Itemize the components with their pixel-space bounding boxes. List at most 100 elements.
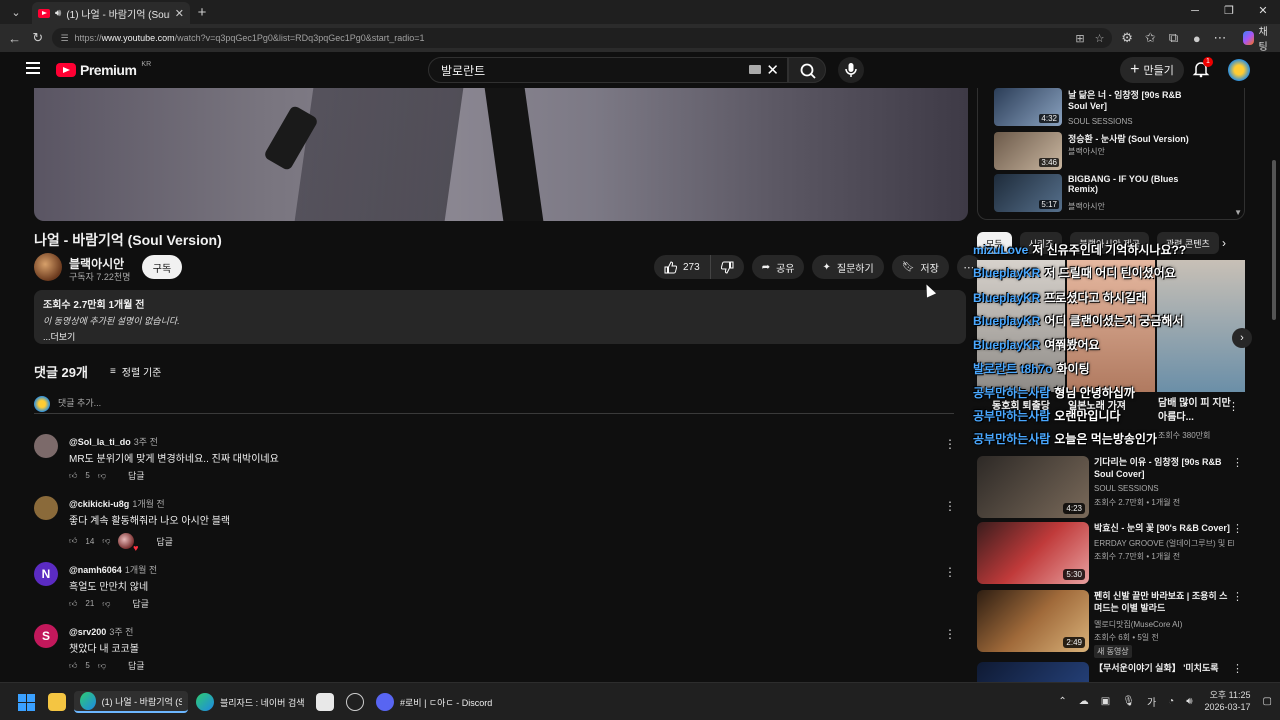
add-comment-field[interactable]: 댓글 추가... (34, 396, 954, 414)
ime-indicator[interactable]: 가 (1147, 694, 1156, 709)
notification-center-icon[interactable]: ▢ (1263, 696, 1272, 707)
video-menu-icon[interactable]: ⋮ (1232, 590, 1243, 603)
comment-like-icon[interactable]: 👍︎ (69, 599, 77, 609)
taskbar-app-button[interactable] (346, 691, 364, 713)
comment-author[interactable]: @Sol_la_ti_do (69, 437, 131, 447)
reply-button[interactable]: 답글 (128, 659, 145, 672)
video-menu-icon[interactable]: ⋮ (1232, 522, 1243, 535)
notifications-button[interactable]: 1 (1192, 57, 1213, 78)
voice-search-button[interactable] (838, 57, 864, 83)
favorites-icon[interactable]: ✩ (1142, 30, 1159, 46)
extensions-icon[interactable]: ⚙ (1118, 30, 1135, 46)
taskbar-edge-youtube[interactable]: (1) 나얼 - 바람기억 (Sou (74, 691, 188, 713)
shorts-next-button[interactable]: › (1232, 328, 1252, 348)
start-button[interactable] (18, 691, 35, 713)
more-menu-icon[interactable]: ⋯ (1211, 30, 1228, 46)
tab-list-chevron-icon[interactable]: ⌄ (0, 0, 32, 24)
keyboard-icon[interactable] (749, 65, 761, 74)
video-player[interactable] (34, 88, 968, 221)
wifi-icon[interactable]: ◔ (1168, 696, 1174, 707)
minimize-button[interactable]: ─ (1178, 0, 1212, 24)
refresh-button[interactable]: ↻ (29, 30, 46, 46)
close-window-button[interactable]: ✕ (1246, 0, 1280, 24)
new-tab-button[interactable]: + (190, 4, 214, 21)
taskbar-edge-naver[interactable]: 블리자드 : 네이버 검색 (196, 691, 305, 713)
comment-like-icon[interactable]: 👍︎ (69, 661, 77, 671)
sort-button[interactable]: ≡ 정렬 기준 (110, 364, 161, 379)
short-title[interactable]: 동호회 퇴출당 (992, 397, 1050, 412)
comment-dislike-icon[interactable]: 👎︎ (98, 471, 106, 481)
channel-avatar[interactable] (34, 253, 62, 281)
install-app-icon[interactable]: ⊞ (1075, 32, 1084, 45)
network-icon[interactable]: ▣ (1101, 696, 1110, 707)
tab-close-icon[interactable]: ✕ (175, 7, 184, 20)
search-button[interactable] (788, 57, 826, 83)
create-button[interactable]: + 만들기 (1120, 57, 1184, 83)
comment-like-icon[interactable]: 👍︎ (69, 536, 77, 546)
account-avatar[interactable] (1228, 59, 1250, 81)
browser-tab-youtube[interactable]: 🔊︎ (1) 나얼 - 바람기억 (Soul Version) ✕ (32, 2, 190, 24)
video-menu-icon[interactable]: ⋮ (1232, 456, 1243, 469)
menu-hamburger-icon[interactable] (26, 62, 40, 74)
address-field[interactable]: ☰ https://www.youtube.com/watch?v=q3pqGe… (52, 28, 1113, 48)
commenter-avatar[interactable] (34, 434, 58, 458)
commenter-avatar[interactable]: S (34, 624, 58, 648)
show-more-link[interactable]: ...더보기 (43, 330, 957, 343)
reply-button[interactable]: 답글 (128, 469, 145, 482)
file-explorer-button[interactable] (48, 691, 66, 713)
comment-menu-icon[interactable]: ⋮ (944, 437, 956, 451)
reply-button[interactable]: 답글 (156, 535, 173, 548)
playlist-item[interactable]: 4:32 날 닮은 너 - 임창정 [90s R&B Soul Ver] SOU… (994, 88, 1234, 128)
clock[interactable]: 오후 11:25 2026-03-17 (1205, 689, 1251, 713)
taskbar-discord[interactable]: #로비 | ㄷ아ㄷ - Discord (376, 691, 492, 713)
favorite-star-icon[interactable]: ☆ (1095, 32, 1105, 45)
comment-dislike-icon[interactable]: 👎︎ (98, 661, 106, 671)
comment-author[interactable]: @ckikicki-u8g (69, 499, 129, 509)
playlist-scroll-down-icon[interactable]: ▼ (1234, 208, 1242, 217)
search-input[interactable]: 발로란트 ✕ (428, 57, 788, 83)
like-button[interactable]: 273 (654, 255, 711, 279)
maximize-button[interactable]: ❐ (1212, 0, 1246, 24)
chips-next-icon[interactable]: › (1222, 236, 1226, 250)
comment-dislike-icon[interactable]: 👎︎ (102, 536, 110, 546)
video-menu-icon[interactable]: ⋮ (1232, 662, 1243, 675)
recommended-video[interactable]: 【무서운이야기 실화】 '미치도록 ⋮ (977, 662, 1245, 682)
save-button[interactable]: 🔖︎ 저장 (891, 255, 949, 279)
collections-icon[interactable]: ⧉ (1165, 30, 1182, 46)
short-menu-icon[interactable]: ⋮ (1228, 400, 1239, 413)
microphone-tray-icon[interactable]: 🎙︎ (1122, 696, 1135, 707)
reply-button[interactable]: 답글 (132, 597, 149, 610)
comment-menu-icon[interactable]: ⋮ (944, 499, 956, 513)
recommended-video[interactable]: 2:49 펜히 신발 끝만 바라보죠 | 조용히 스며드는 이별 발라드 멜로디… (977, 590, 1245, 658)
commenter-avatar[interactable]: N (34, 562, 58, 586)
youtube-premium-logo[interactable]: Premium KR (56, 61, 151, 78)
playlist-item[interactable]: 3:46 정승환 - 눈사람 (Soul Version) 블랙아시안 (994, 132, 1234, 172)
ask-ai-button[interactable]: ✦ 질문하기 (812, 255, 884, 279)
taskbar-store-button[interactable] (316, 691, 334, 713)
commenter-avatar[interactable] (34, 496, 58, 520)
share-button[interactable]: ➦ 공유 (751, 255, 805, 279)
playlist-item[interactable]: 5:17 BIGBANG - IF YOU (Blues Remix) 블랙아시… (994, 174, 1234, 214)
comment-like-icon[interactable]: 👍︎ (69, 471, 77, 481)
back-button[interactable]: ← (6, 31, 23, 46)
comment-menu-icon[interactable]: ⋮ (944, 565, 956, 579)
subscribe-button[interactable]: 구독 (142, 255, 182, 279)
profile-icon[interactable]: ● (1188, 31, 1205, 46)
short-title[interactable]: 일본노래 가져 (1068, 397, 1126, 412)
volume-icon[interactable]: 🔊︎ (1186, 696, 1192, 707)
short-title[interactable]: 담배 많이 피 지만 아름다... (1158, 397, 1232, 425)
recommended-video[interactable]: 5:30 박효신 - 눈의 꽃 [90's R&B Cover] ERRDAY … (977, 522, 1245, 584)
clear-search-icon[interactable]: ✕ (766, 61, 779, 79)
description-box[interactable]: 조회수 2.7만회 1개월 전 이 동영상에 추가된 설명이 없습니다. ...… (34, 290, 966, 344)
dislike-button[interactable] (711, 255, 744, 279)
recommended-video[interactable]: 4:23 기다리는 이유 - 임창정 [90s R&B Soul Cover] … (977, 456, 1245, 518)
copilot-button[interactable]: 채팅 (1242, 23, 1274, 53)
tray-overflow-icon[interactable]: ⌃ (1058, 696, 1066, 707)
site-info-icon[interactable]: ☰ (60, 33, 68, 44)
comment-author[interactable]: @srv200 (69, 627, 106, 637)
speaker-icon[interactable]: 🔊︎ (55, 8, 61, 19)
comment-dislike-icon[interactable]: 👎︎ (102, 599, 110, 609)
comment-menu-icon[interactable]: ⋮ (944, 627, 956, 641)
page-scrollbar[interactable] (1272, 160, 1276, 320)
comment-author[interactable]: @namh6064 (69, 565, 122, 575)
